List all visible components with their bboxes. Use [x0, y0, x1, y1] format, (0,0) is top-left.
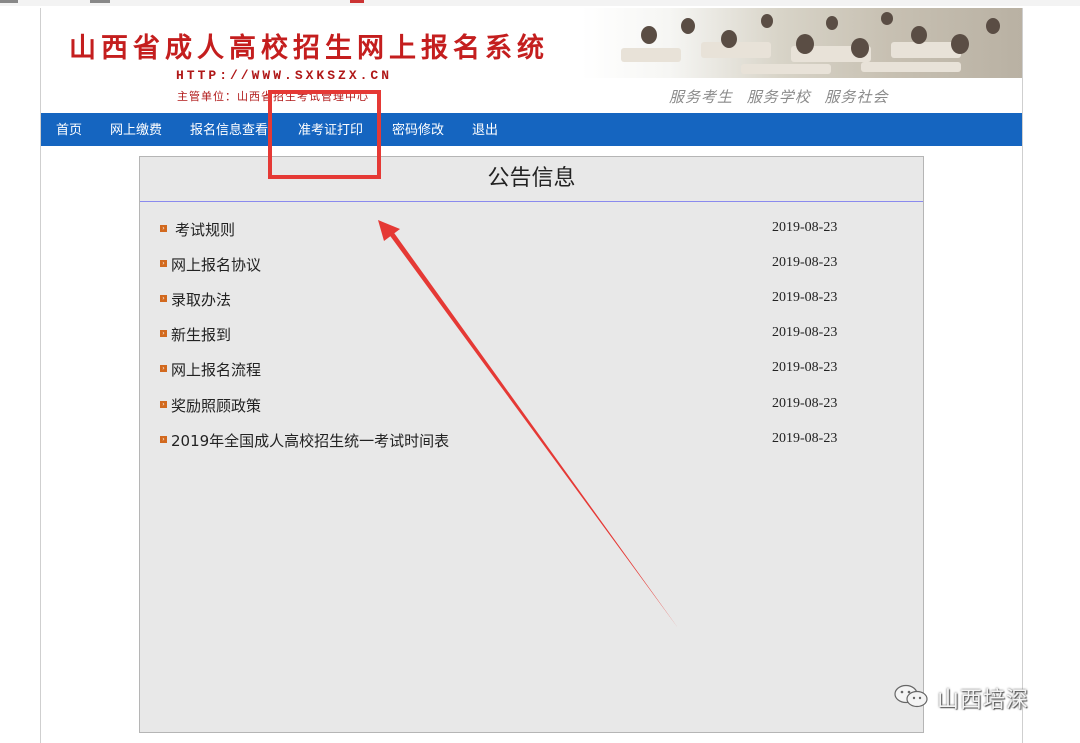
- bullet-arrow-icon: ›: [160, 365, 167, 372]
- page-frame: 山西省成人高校招生网上报名系统 HTTP://WWW.SXKSZX.CN 主管单…: [40, 8, 1023, 743]
- bullet-arrow-icon: ›: [160, 330, 167, 337]
- notice-panel: 公告信息 › 考试规则 2019-08-23 › 网上报名协议 2019-08-…: [139, 156, 924, 733]
- site-slogan: 服务考生 服务学校 服务社会: [669, 88, 889, 106]
- notice-item[interactable]: › 新生报到 2019-08-23: [160, 324, 880, 344]
- nav-item-logout[interactable]: 退出: [472, 113, 498, 146]
- main-nav: 首页 网上缴费 报名信息查看 准考证打印 密码修改 退出: [41, 113, 1022, 146]
- top-strip-mark: [90, 0, 110, 3]
- top-strip-mark: [350, 0, 364, 3]
- top-strip-mark: [0, 0, 18, 3]
- notice-panel-title: 公告信息: [140, 157, 923, 202]
- bullet-arrow-icon: ›: [160, 260, 167, 267]
- browser-top-strip: [0, 0, 1080, 6]
- watermark-text: 山西培深: [937, 688, 1030, 713]
- notice-item[interactable]: › 网上报名协议 2019-08-23: [160, 254, 880, 274]
- site-sponsor: 主管单位：山西省招生考试管理中心: [177, 91, 369, 103]
- notice-item[interactable]: › 网上报名流程 2019-08-23: [160, 359, 880, 379]
- notice-item[interactable]: › 考试规则 2019-08-23: [160, 219, 880, 239]
- nav-item-home[interactable]: 首页: [56, 113, 82, 146]
- bullet-arrow-icon: ›: [160, 225, 167, 232]
- site-title: 山西省成人高校招生网上报名系统: [69, 33, 549, 64]
- watermark: 山西培深: [893, 680, 1053, 714]
- bullet-arrow-icon: ›: [160, 295, 167, 302]
- notice-item-title[interactable]: 网上报名协议: [171, 254, 261, 275]
- notice-item[interactable]: › 2019年全国成人高校招生统一考试时间表 2019-08-23: [160, 430, 880, 450]
- notice-item-date: 2019-08-23: [772, 396, 838, 411]
- nav-item-online-payment[interactable]: 网上缴费: [110, 113, 162, 146]
- notice-item-date: 2019-08-23: [772, 220, 838, 235]
- notice-item-date: 2019-08-23: [772, 255, 838, 270]
- header-banner-photo: [581, 8, 1022, 78]
- notice-item[interactable]: › 录取办法 2019-08-23: [160, 289, 880, 309]
- notice-item-date: 2019-08-23: [772, 360, 838, 375]
- notice-item-date: 2019-08-23: [772, 290, 838, 305]
- site-header: 山西省成人高校招生网上报名系统 HTTP://WWW.SXKSZX.CN 主管单…: [41, 8, 1022, 112]
- notice-item-title[interactable]: 新生报到: [171, 324, 231, 345]
- notice-item-title[interactable]: 考试规则: [175, 219, 235, 240]
- notice-item-title[interactable]: 2019年全国成人高校招生统一考试时间表: [171, 430, 449, 451]
- notice-item-title[interactable]: 录取办法: [171, 289, 231, 310]
- nav-item-registration-info[interactable]: 报名信息查看: [190, 113, 268, 146]
- notice-item-date: 2019-08-23: [772, 431, 838, 446]
- notice-item[interactable]: › 奖励照顾政策 2019-08-23: [160, 395, 880, 415]
- notice-item-date: 2019-08-23: [772, 325, 838, 340]
- nav-item-admission-ticket-print[interactable]: 准考证打印: [298, 113, 363, 146]
- nav-item-change-password[interactable]: 密码修改: [392, 113, 444, 146]
- wechat-icon: [894, 684, 928, 708]
- bullet-arrow-icon: ›: [160, 436, 167, 443]
- site-url[interactable]: HTTP://WWW.SXKSZX.CN: [176, 68, 392, 83]
- bullet-arrow-icon: ›: [160, 401, 167, 408]
- notice-item-title[interactable]: 网上报名流程: [171, 359, 261, 380]
- notice-item-title[interactable]: 奖励照顾政策: [171, 395, 261, 416]
